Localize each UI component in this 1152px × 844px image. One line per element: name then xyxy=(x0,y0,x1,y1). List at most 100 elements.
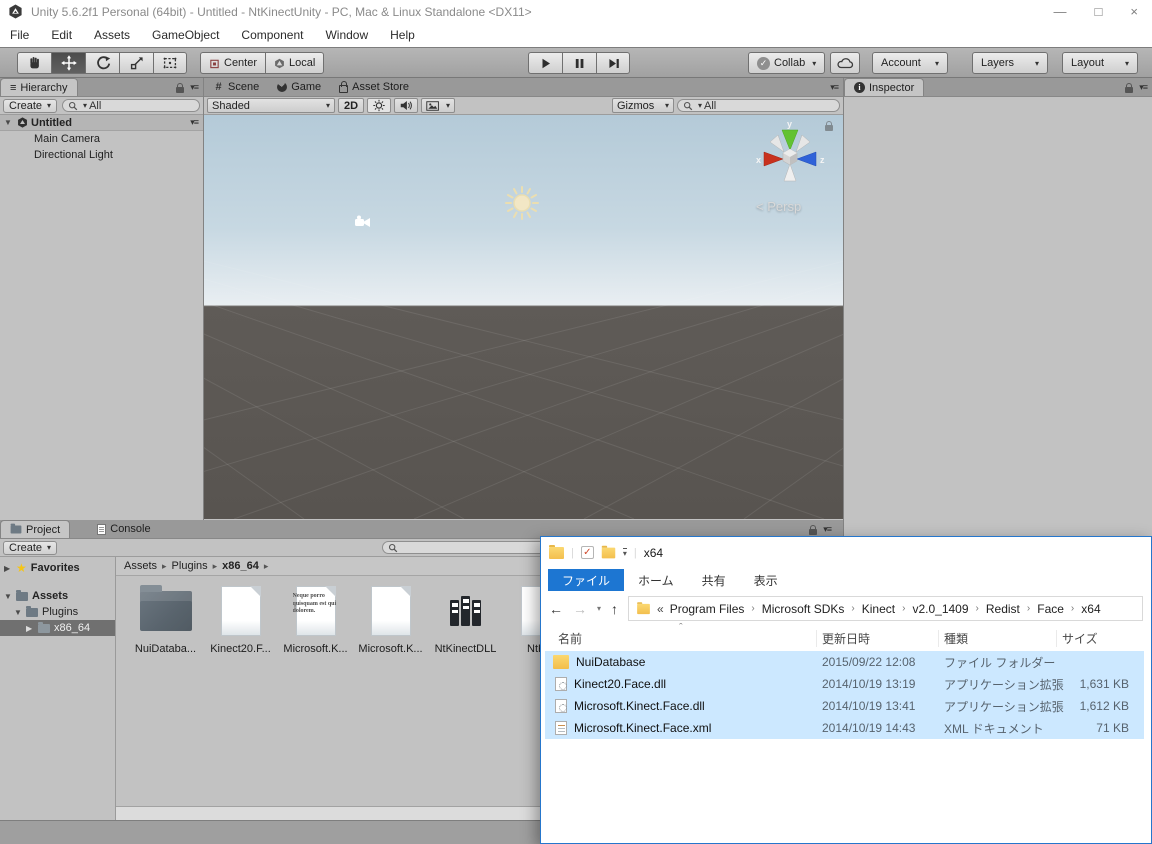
project-create-button[interactable]: Create ▾ xyxy=(3,541,57,555)
perspective-label[interactable]: < Persp xyxy=(756,199,801,214)
foldout-icon[interactable]: ▼ xyxy=(14,608,22,617)
recent-locations-dropdown[interactable]: ▾ xyxy=(597,604,601,613)
ribbon-tab[interactable]: 共有 xyxy=(688,569,740,591)
scene-search-input[interactable]: ▾ All xyxy=(677,99,840,112)
view-tab[interactable]: Game xyxy=(268,78,330,96)
column-header-name[interactable]: 名前 xyxy=(553,630,817,647)
pause-button[interactable] xyxy=(562,52,596,74)
move-tool-button[interactable] xyxy=(51,52,85,74)
breadcrumb-item[interactable]: Plugins xyxy=(172,560,208,572)
tree-item-assets[interactable]: ▼ Assets xyxy=(0,588,115,604)
foldout-icon[interactable]: ▶ xyxy=(4,564,12,573)
camera-gizmo[interactable] xyxy=(354,215,372,229)
sun-gizmo[interactable] xyxy=(500,181,544,225)
scale-tool-button[interactable] xyxy=(119,52,153,74)
hierarchy-item[interactable]: Main Camera xyxy=(0,131,203,147)
address-crumb[interactable]: Program Files xyxy=(670,602,745,616)
menu-item[interactable]: GameObject xyxy=(152,28,219,42)
ribbon-tab[interactable]: 表示 xyxy=(740,569,792,591)
file-row[interactable]: Kinect20.Face.dll 2014/10/19 13:19 アプリケー… xyxy=(545,673,1144,695)
quick-access-dropdown-icon[interactable]: ▾ xyxy=(623,548,627,558)
scene-viewport[interactable]: y x z < Persp xyxy=(204,115,843,519)
scene-header-row[interactable]: ▼ Untitled ▾≡ xyxy=(0,115,203,131)
menu-item[interactable]: File xyxy=(10,28,29,42)
audio-toggle-button[interactable] xyxy=(394,98,418,113)
foldout-icon[interactable]: ▼ xyxy=(4,592,12,601)
quick-access-check-icon[interactable]: ✓ xyxy=(581,546,594,559)
foldout-icon[interactable]: ▼ xyxy=(4,118,14,127)
axis-gizmo[interactable]: y x z xyxy=(751,118,829,196)
hierarchy-search-input[interactable]: ▾ All xyxy=(62,99,200,112)
gizmos-dropdown[interactable]: Gizmos ▾ xyxy=(612,98,674,113)
address-bar[interactable]: « Program Files›Microsoft SDKs›Kinect›v2… xyxy=(628,596,1143,621)
forward-button[interactable]: → xyxy=(573,601,587,617)
pivot-local-button[interactable]: Local xyxy=(265,52,324,74)
tree-item-favorites[interactable]: ▶ ★ Favorites xyxy=(0,560,115,576)
tab-hierarchy[interactable]: ≡ Hierarchy xyxy=(0,78,78,96)
minimize-button[interactable]: — xyxy=(1054,4,1067,19)
address-crumb[interactable]: x64 xyxy=(1081,602,1100,616)
asset-item[interactable]: Microsoft.K... xyxy=(353,583,428,655)
menu-item[interactable]: Edit xyxy=(51,28,72,42)
hierarchy-create-button[interactable]: Create ▾ xyxy=(3,99,57,113)
effects-dropdown[interactable]: ▾ xyxy=(421,98,455,113)
ribbon-tab[interactable]: ファイル xyxy=(548,569,624,591)
collab-button[interactable]: ✓ Collab ▾ xyxy=(748,52,825,74)
ribbon-tab[interactable]: ホーム xyxy=(624,569,688,591)
address-overflow-icon[interactable]: « xyxy=(657,602,664,616)
menu-item[interactable]: Help xyxy=(390,28,415,42)
scene-menu-icon[interactable]: ▾≡ xyxy=(190,117,198,128)
breadcrumb-item[interactable]: x86_64 xyxy=(222,560,259,572)
maximize-button[interactable]: □ xyxy=(1095,4,1103,19)
menu-item[interactable]: Component xyxy=(241,28,303,42)
tab-inspector[interactable]: i Inspector xyxy=(844,78,924,96)
panel-menu-icon[interactable]: ▾≡ xyxy=(823,524,831,535)
shading-mode-dropdown[interactable]: Shaded ▾ xyxy=(207,98,335,113)
step-button[interactable] xyxy=(596,52,630,74)
address-crumb[interactable]: Kinect xyxy=(862,602,895,616)
column-header-date[interactable]: 更新日時 xyxy=(817,630,939,647)
address-crumb[interactable]: v2.0_1409 xyxy=(912,602,968,616)
lock-icon[interactable] xyxy=(809,529,817,535)
panel-menu-icon[interactable]: ▾≡ xyxy=(830,82,838,93)
rect-tool-button[interactable] xyxy=(153,52,187,74)
asset-item[interactable]: NuiDataba... xyxy=(128,583,203,655)
breadcrumb-item[interactable]: Assets xyxy=(124,560,157,572)
address-crumb[interactable]: Face xyxy=(1037,602,1064,616)
close-button[interactable]: × xyxy=(1130,4,1138,19)
cloud-button[interactable] xyxy=(830,52,860,74)
asset-item[interactable]: Kinect20.F... xyxy=(203,583,278,655)
view-tab[interactable]: Scene xyxy=(204,78,268,96)
file-row[interactable]: Microsoft.Kinect.Face.xml 2014/10/19 14:… xyxy=(545,717,1144,739)
lighting-toggle-button[interactable] xyxy=(367,98,391,113)
lock-icon[interactable] xyxy=(176,87,184,93)
tree-item-x86-64[interactable]: ▶ x86_64 xyxy=(0,620,115,636)
asset-item[interactable]: NtKinectDLL xyxy=(428,583,503,655)
menu-item[interactable]: Window xyxy=(325,28,368,42)
address-crumb[interactable]: Redist xyxy=(986,602,1020,616)
view-tab[interactable]: Asset Store xyxy=(330,78,418,96)
explorer-title-bar[interactable]: | ✓ ▾ | x64 xyxy=(541,537,1151,568)
hierarchy-item[interactable]: Directional Light xyxy=(0,147,203,163)
rotate-tool-button[interactable] xyxy=(85,52,119,74)
asset-item[interactable]: Neque porro quisquam est qui dolorem. Mi… xyxy=(278,583,353,655)
tab-console[interactable]: Console xyxy=(88,520,159,538)
tab-project[interactable]: Project xyxy=(0,520,70,538)
account-dropdown[interactable]: Account ▾ xyxy=(872,52,948,74)
panel-menu-icon[interactable]: ▾≡ xyxy=(1139,82,1147,93)
up-button[interactable]: ↑ xyxy=(611,601,618,617)
address-crumb[interactable]: Microsoft SDKs xyxy=(762,602,845,616)
lock-icon[interactable] xyxy=(1125,87,1133,93)
play-button[interactable] xyxy=(528,52,562,74)
layers-dropdown[interactable]: Layers ▾ xyxy=(972,52,1048,74)
panel-menu-icon[interactable]: ▾≡ xyxy=(190,82,198,93)
tree-item-plugins[interactable]: ▼ Plugins xyxy=(0,604,115,620)
folder-icon[interactable] xyxy=(602,547,616,558)
pivot-center-button[interactable]: Center xyxy=(200,52,265,74)
column-header-size[interactable]: サイズ xyxy=(1057,630,1143,647)
foldout-icon[interactable]: ▶ xyxy=(26,624,34,633)
file-row[interactable]: NuiDatabase 2015/09/22 12:08 ファイル フォルダー xyxy=(545,651,1144,673)
back-button[interactable]: ← xyxy=(549,601,563,617)
file-row[interactable]: Microsoft.Kinect.Face.dll 2014/10/19 13:… xyxy=(545,695,1144,717)
hand-tool-button[interactable] xyxy=(17,52,51,74)
